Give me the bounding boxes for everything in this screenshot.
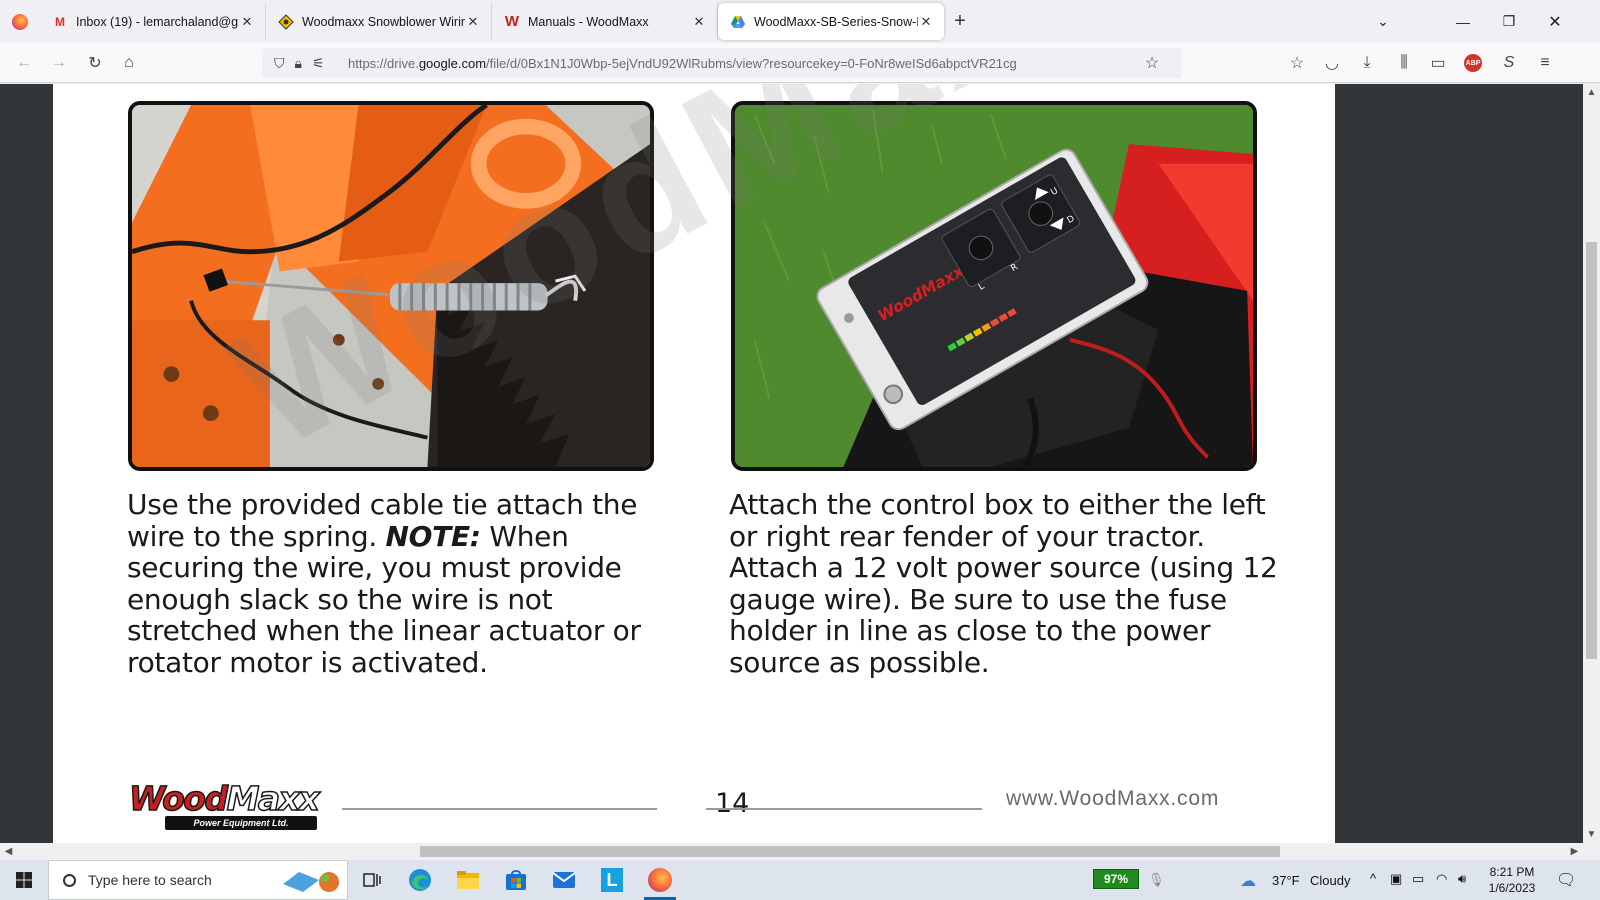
file-explorer-icon[interactable] [444,860,492,900]
reload-button[interactable]: ↻ [83,51,107,75]
cable-tie-instructions: Use the provided cable tie attach the wi… [127,488,641,679]
mail-icon[interactable] [540,860,588,900]
pdf-page: WoodMaxx U D L R WoodMaxx Use the provid… [53,84,1335,843]
windows-icon [16,872,32,888]
pocket-icon[interactable]: ◡ [1320,51,1344,75]
navigation-toolbar: ← → ↻ ⌂ ⛉ 🔒︎ ⚟ https://drive.google.com/… [0,43,1600,83]
back-button[interactable]: ← [12,51,36,75]
microsoft-store-icon[interactable] [492,860,540,900]
weather-temp[interactable]: 37°F [1272,873,1300,888]
google-drive-icon [730,14,746,30]
page-number: 14 [715,788,750,819]
close-tab-icon[interactable]: ✕ [691,14,707,30]
show-hidden-icons[interactable]: ^ [1370,871,1376,886]
woodmaxx-logo: WoodMaxx Power Equipment Ltd. [128,779,320,830]
tab-title: WoodMaxx-SB-Series-Snow-Bl [754,14,918,29]
scroll-down-icon[interactable]: ▼ [1583,826,1600,843]
notifications-icon[interactable]: 🗨︎ [1556,870,1576,890]
pdf-viewer: WoodMaxx U D L R WoodMaxx Use the provid… [0,84,1583,843]
control-box-instructions: Attach the control box to either the lef… [729,488,1278,679]
note-label: NOTE: [385,519,481,553]
windows-taskbar: Type here to search L 97% 🎙︎ ☁ 37°F Clou… [0,860,1600,900]
volume-icon[interactable]: 🔊︎ [1458,871,1466,887]
list-all-tabs-icon[interactable]: ⌄ [1360,0,1406,43]
tab-title: Woodmaxx Snowblower Wiring [302,14,465,29]
start-button[interactable] [0,860,48,900]
firefox-taskbar-icon[interactable] [636,860,684,900]
weather-condition[interactable]: Cloudy [1310,873,1350,888]
tab-manuals[interactable]: W Manuals - WoodMaxx ✕ [492,3,718,40]
search-placeholder: Type here to search [88,872,212,888]
scroll-up-icon[interactable]: ▲ [1583,84,1600,101]
bookmark-star-icon[interactable]: ☆ [1140,51,1164,75]
new-tab-button[interactable]: + [944,3,976,40]
scroll-left-icon[interactable]: ◀ [0,843,17,860]
gmail-icon: M [55,14,65,29]
downloads-icon[interactable]: ⤓ [1355,51,1379,75]
shield-icon[interactable]: ⛉ [274,55,285,72]
taskbar-clock[interactable]: 8:21 PM 1/6/2023 [1484,864,1540,896]
scroll-thumb[interactable] [1586,242,1597,659]
tab-strip: M Inbox (19) - lemarchaland@gm ✕ Woodmax… [0,0,1600,43]
close-tab-icon[interactable]: ✕ [239,14,255,30]
horizontal-scrollbar[interactable]: ◀ ▶ [0,843,1583,860]
task-view-icon[interactable] [348,860,396,900]
tab-gmail[interactable]: M Inbox (19) - lemarchaland@gm ✕ [40,3,266,40]
hamburger-menu-icon[interactable]: ≡ [1533,51,1557,75]
search-highlight-icon [283,872,339,892]
footer-website: www.WoodMaxx.com [1006,787,1220,810]
tab-woodmaxx-wiring[interactable]: Woodmaxx Snowblower Wiring ✕ [266,3,492,40]
battery-tray-icon[interactable]: ▭ [1412,871,1424,887]
wifi-icon[interactable]: ◠ [1436,871,1447,887]
taskbar-search[interactable]: Type here to search [48,860,348,900]
library-icon[interactable]: ⫼ [1392,51,1416,75]
footer-divider [342,808,657,810]
l-app-icon[interactable]: L [588,860,636,900]
s-extension-icon[interactable]: S [1497,51,1521,75]
extensions-icon[interactable]: ☆ [1285,51,1309,75]
meet-now-icon[interactable]: ▣ [1390,871,1402,887]
firefox-icon [12,13,28,30]
close-window-button[interactable]: ✕ [1532,0,1578,43]
search-icon [63,873,76,887]
microphone-icon[interactable]: 🎙︎ [1148,872,1165,888]
close-tab-icon[interactable]: ✕ [918,14,934,30]
sidebar-icon[interactable]: ▭ [1426,51,1450,75]
edge-icon[interactable] [396,860,444,900]
url-text[interactable]: https://drive.google.com/file/d/0Bx1N1J0… [348,56,1017,71]
tab-title: Inbox (19) - lemarchaland@gm [76,14,239,29]
scroll-thumb[interactable] [420,846,1280,857]
battery-indicator[interactable]: 97% [1093,869,1139,889]
woodmaxx-icon: W [504,13,520,30]
vertical-scrollbar[interactable]: ▲ ▼ [1583,84,1600,843]
tab-drive-pdf[interactable]: WoodMaxx-SB-Series-Snow-Bl ✕ [718,3,944,40]
lock-icon[interactable]: 🔒︎ [295,55,302,72]
home-button[interactable]: ⌂ [117,51,141,75]
tab-title: Manuals - WoodMaxx [528,14,649,29]
restore-button[interactable]: ❐ [1486,0,1532,43]
forward-button[interactable]: → [47,51,71,75]
firefox-menu-button[interactable] [0,0,40,43]
permissions-icon[interactable]: ⚟ [312,55,325,72]
footer-divider [706,808,982,810]
scroll-right-icon[interactable]: ▶ [1566,843,1583,860]
address-bar[interactable]: ⛉ 🔒︎ ⚟ https://drive.google.com/file/d/0… [262,48,1182,78]
wiring-site-icon [278,13,294,30]
close-tab-icon[interactable]: ✕ [465,14,481,30]
minimize-button[interactable]: — [1440,0,1486,43]
adblock-icon[interactable]: ABP [1461,51,1485,75]
weather-icon[interactable]: ☁ [1240,871,1256,891]
